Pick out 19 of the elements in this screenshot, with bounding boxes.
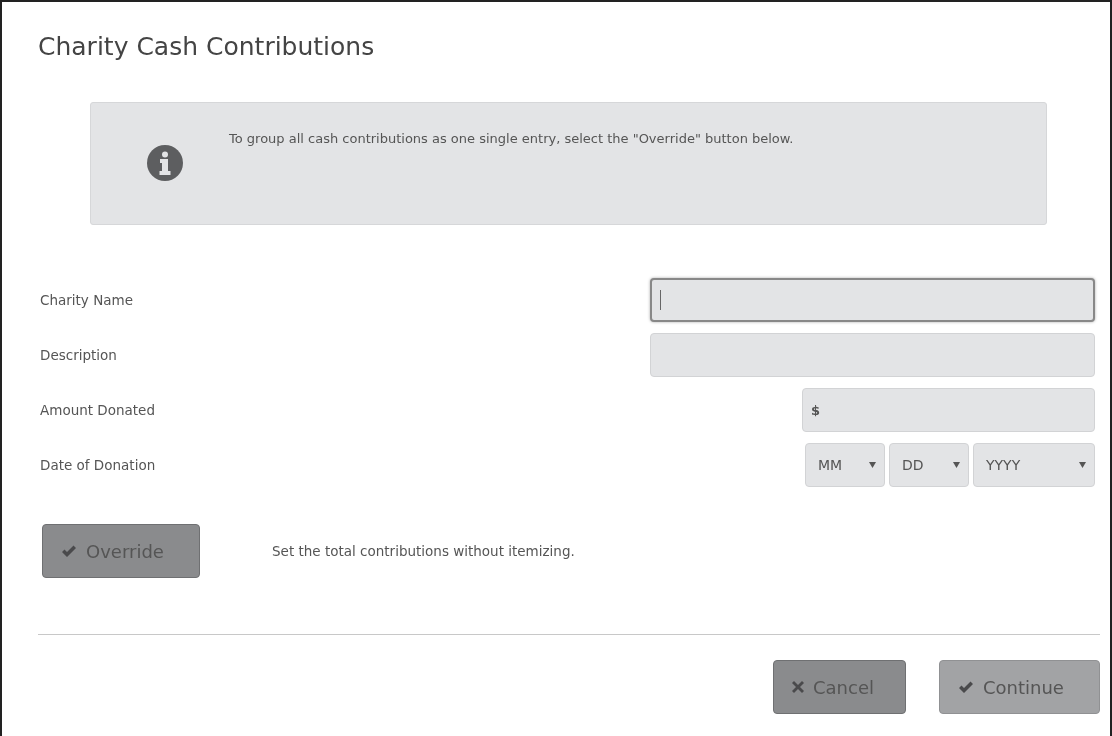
input-field[interactable] [650,278,1095,322]
info-icon [147,145,183,181]
field-label: Charity Name [39,292,133,308]
caret-icon [953,462,960,468]
date-dropdown[interactable]: MM [805,443,885,487]
caret-icon [869,462,876,468]
field-label: Date of Donation [39,457,156,473]
check-icon [61,544,77,558]
close-icon [792,681,804,693]
input-field[interactable]: $ [802,388,1095,432]
field-label: Description [39,347,117,363]
override-note: Set the total contributions without itemizing. [272,543,575,559]
info-message: To group all cash contributions as one single entry, select the "Override" button below. [229,131,794,146]
check-icon [958,680,974,694]
date-dropdown[interactable]: YYYY [973,443,1095,487]
caret-icon [1079,462,1086,468]
field-label: Amount Donated [39,402,155,418]
date-dropdown[interactable]: DD [889,443,969,487]
dialog-title: Charity Cash Contributions [38,32,376,63]
